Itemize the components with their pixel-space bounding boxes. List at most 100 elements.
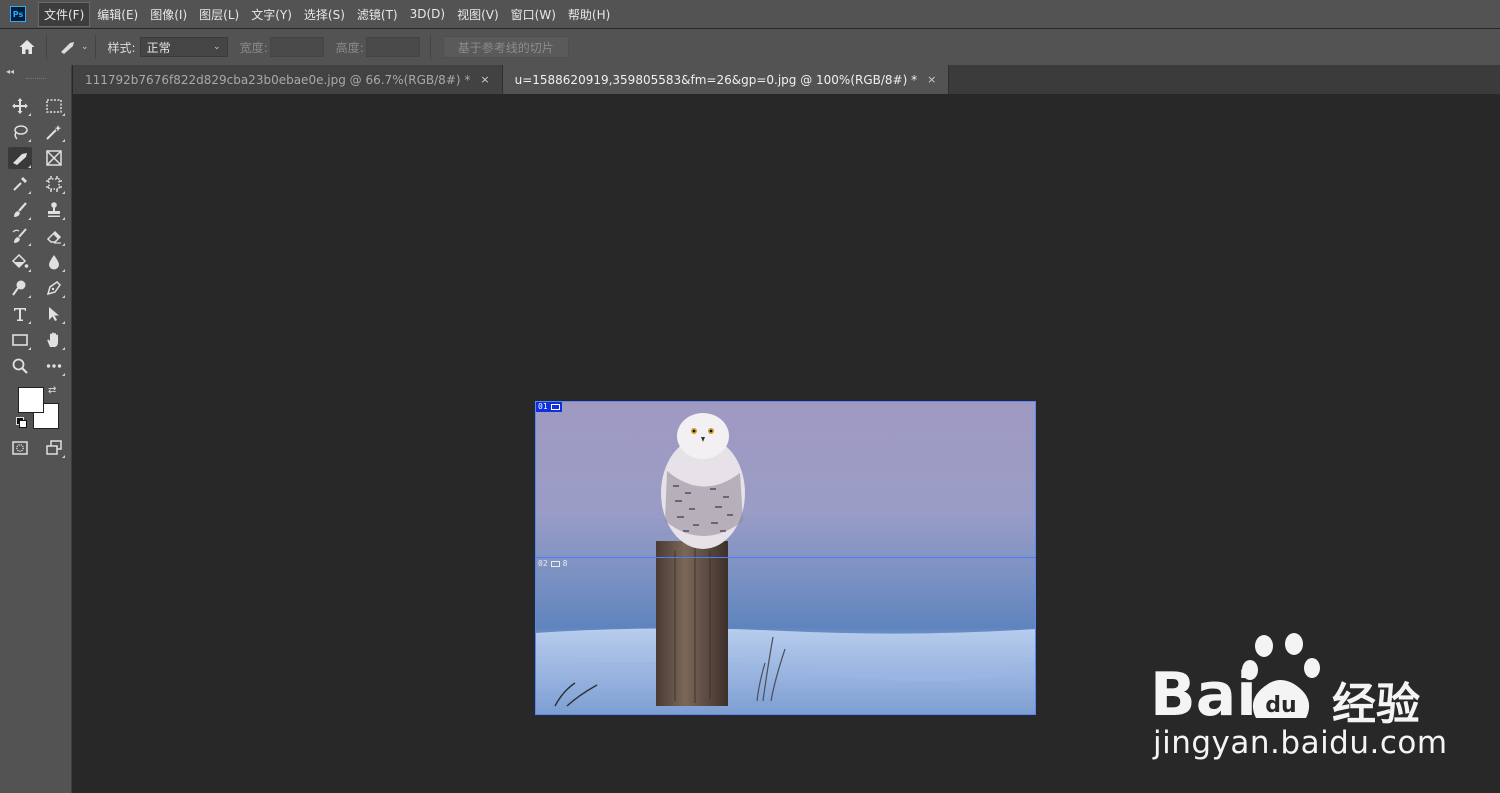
style-label: 样式: — [107, 40, 136, 55]
slice-divider[interactable] — [535, 557, 1036, 558]
width-label: 宽度: — [239, 40, 268, 55]
rectangle-icon — [12, 334, 28, 346]
paint-bucket-icon — [11, 253, 29, 269]
image-slice-icon — [550, 404, 560, 410]
history-brush-icon — [12, 228, 27, 243]
pen-icon — [46, 281, 61, 296]
baidu-paw-icon: du — [1242, 633, 1320, 718]
document-tab-label: 111792b7676f822d829cba23b0ebae0e.jpg @ 6… — [85, 72, 471, 87]
style-select[interactable]: 正常 ⌄ — [139, 37, 228, 57]
document-tab-label: u=1588620919,359805583&fm=26&gp=0.jpg @ … — [514, 72, 918, 87]
menu-file[interactable]: 文件(F) — [38, 1, 91, 27]
rectangle-tool[interactable] — [8, 329, 32, 351]
magic-wand-tool[interactable] — [42, 121, 66, 143]
edit-toolbar-button[interactable] — [42, 355, 66, 377]
photoshop-logo: Ps — [10, 6, 26, 22]
magic-wand-icon — [46, 125, 62, 140]
slice-number: 01 — [538, 402, 548, 411]
stamp-tool[interactable] — [42, 199, 66, 221]
foreground-color-swatch[interactable] — [18, 387, 44, 413]
height-input[interactable] — [365, 37, 420, 57]
marquee-icon — [46, 99, 62, 113]
watermark-brand-right: 经验 — [1332, 679, 1420, 730]
watermark-url: jingyan.baidu.com — [1153, 725, 1448, 761]
move-icon — [12, 98, 28, 114]
style-value: 正常 — [146, 40, 171, 55]
menu-select[interactable]: 选择(S) — [299, 3, 350, 26]
blur-tool[interactable] — [42, 251, 66, 273]
lasso-icon — [14, 125, 28, 140]
blur-icon — [49, 255, 59, 270]
zoom-icon — [12, 358, 28, 374]
menu-layer[interactable]: 图层(L) — [194, 3, 244, 26]
pen-tool[interactable] — [42, 277, 66, 299]
hand-tool[interactable] — [42, 329, 66, 351]
crop-tool[interactable] — [42, 173, 66, 195]
eraser-tool[interactable] — [42, 225, 66, 247]
brush-icon — [14, 202, 27, 217]
slice-boundary — [535, 401, 1036, 715]
image-slice-icon — [550, 561, 560, 567]
eyedropper-icon — [13, 177, 27, 191]
dodge-tool[interactable] — [8, 277, 32, 299]
path-select-tool[interactable] — [42, 303, 66, 325]
slices-from-guides-button[interactable]: 基于参考线的切片 — [442, 36, 569, 58]
menu-image[interactable]: 图像(I) — [145, 3, 192, 26]
quick-mask-button[interactable] — [8, 437, 32, 459]
slice-label-01[interactable]: 01 — [536, 402, 562, 412]
options-bar: ⌄ 样式: 正常 ⌄ 宽度: 高度: 基于参考线的切片 — [0, 29, 1500, 65]
paint-bucket-tool[interactable] — [8, 251, 32, 273]
path-select-icon — [49, 307, 59, 321]
tool-preset-picker[interactable]: ⌄ — [59, 39, 89, 55]
slice-label-02[interactable]: 02 8 — [536, 559, 569, 569]
slice-tool-icon — [61, 42, 74, 54]
move-tool[interactable] — [8, 95, 32, 117]
watermark-brand-left: Bai — [1150, 660, 1257, 730]
menu-window[interactable]: 窗口(W) — [506, 3, 561, 26]
document-tab[interactable]: 111792b7676f822d829cba23b0ebae0e.jpg @ 6… — [73, 65, 503, 94]
options-divider — [94, 35, 96, 59]
menu-3d[interactable]: 3D(D) — [405, 4, 450, 24]
width-input[interactable] — [269, 37, 324, 57]
options-divider — [46, 35, 47, 59]
menu-view[interactable]: 视图(V) — [452, 3, 504, 26]
slice-number: 02 — [538, 559, 548, 568]
chevron-down-icon: ⌄ — [213, 42, 221, 52]
svg-text:du: du — [1265, 693, 1296, 718]
chevron-down-icon: ⌄ — [81, 42, 89, 52]
eyedropper-tool[interactable] — [8, 173, 32, 195]
marquee-tool[interactable] — [42, 95, 66, 117]
slice-tool[interactable] — [8, 147, 32, 169]
eraser-icon — [46, 230, 62, 244]
menu-help[interactable]: 帮助(H) — [563, 3, 615, 26]
document-tab-active[interactable]: u=1588620919,359805583&fm=26&gp=0.jpg @ … — [502, 65, 950, 94]
zoom-tool[interactable] — [8, 355, 32, 377]
screen-mode-button[interactable] — [42, 437, 66, 459]
swap-colors-icon[interactable]: ⇄ — [48, 385, 56, 396]
close-icon[interactable]: × — [480, 73, 489, 86]
type-tool[interactable] — [8, 303, 32, 325]
close-icon[interactable]: × — [927, 73, 936, 86]
more-icon — [46, 364, 62, 368]
slice-icon — [13, 153, 27, 165]
home-button[interactable] — [14, 34, 40, 60]
lasso-tool[interactable] — [8, 121, 32, 143]
home-icon — [19, 40, 35, 54]
tools-panel: ◂◂ ⇄ — [0, 65, 72, 793]
height-label: 高度: — [335, 40, 364, 55]
brush-tool[interactable] — [8, 199, 32, 221]
frame-tool[interactable] — [42, 147, 66, 169]
baidu-jingyan-watermark: Bai du 经验 jingyan.baidu.com — [1150, 630, 1447, 761]
menu-filter[interactable]: 滤镜(T) — [352, 3, 403, 26]
collapse-panel-icon[interactable]: ◂◂ — [6, 67, 14, 76]
frame-icon — [46, 150, 62, 166]
menu-type[interactable]: 文字(Y) — [246, 3, 297, 26]
hand-icon — [47, 332, 58, 347]
default-colors-icon[interactable] — [16, 417, 27, 428]
slice-link-badge: 8 — [562, 559, 568, 568]
history-brush-tool[interactable] — [8, 225, 32, 247]
document-tabs: 111792b7676f822d829cba23b0ebae0e.jpg @ 6… — [73, 65, 1500, 94]
document-image[interactable]: 01 02 8 — [535, 401, 1036, 715]
menu-edit[interactable]: 编辑(E) — [92, 3, 143, 26]
panel-grip[interactable] — [26, 78, 46, 81]
